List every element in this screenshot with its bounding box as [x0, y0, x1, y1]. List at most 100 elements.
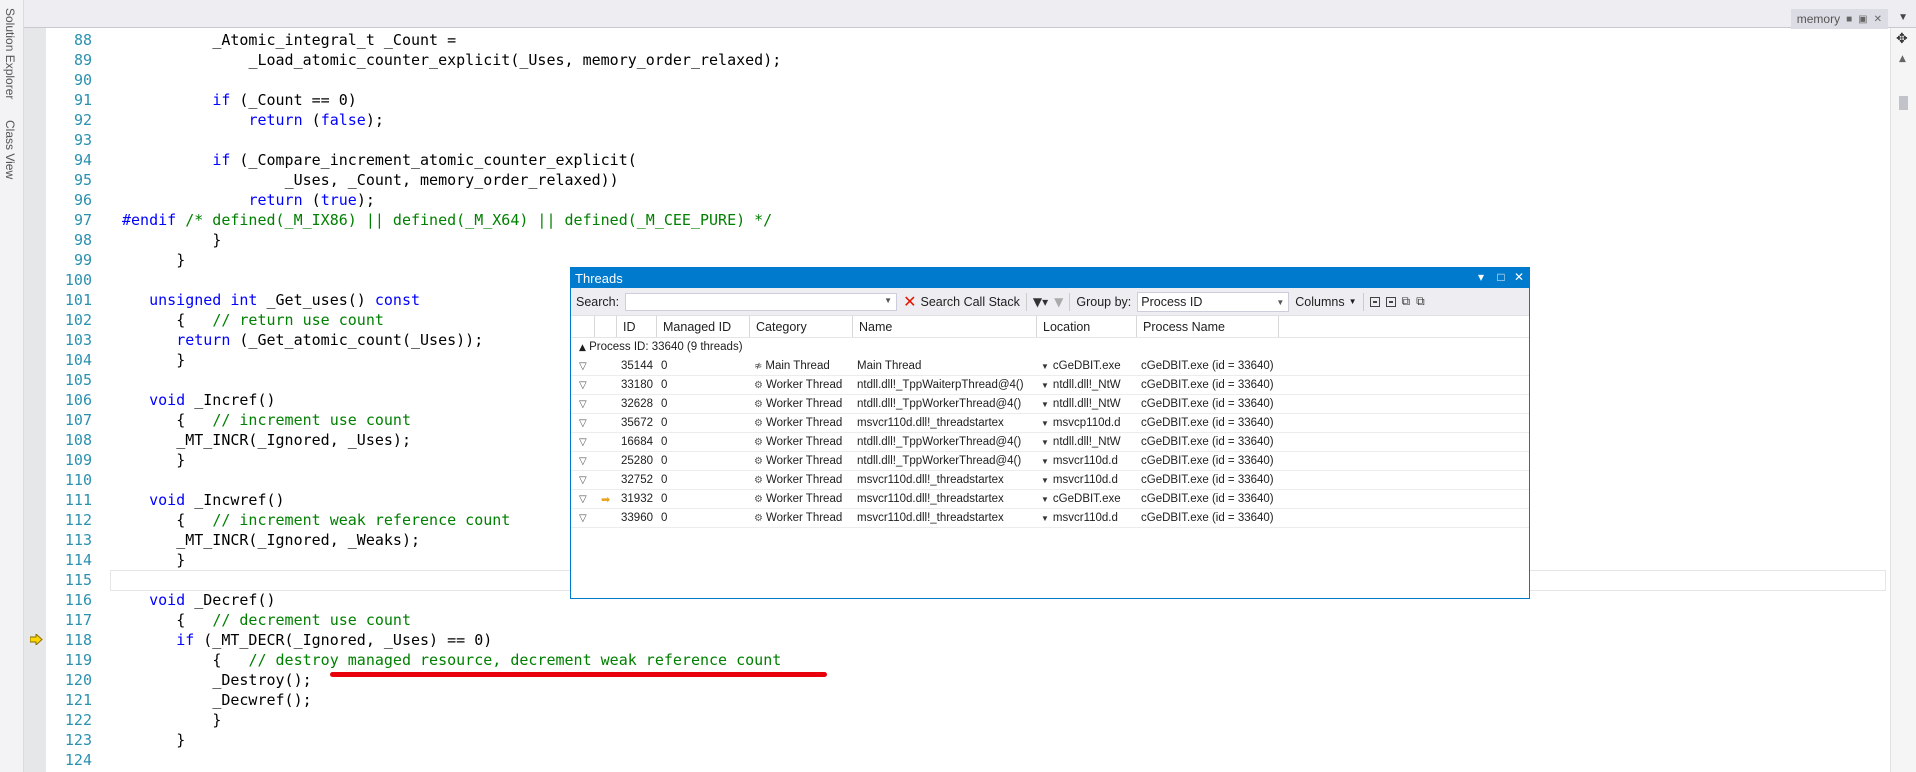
thread-row[interactable]: ▽ 35144 0 ≉ Main Thread Main Thread ▼ cGeDBIT.e… [571, 357, 1529, 376]
threads-title-bar[interactable]: Threads ▾ □ ✕ [571, 268, 1529, 288]
code-line[interactable]: 95 _Uses, _Count, memory_order_relaxed)) [46, 170, 1886, 190]
thread-row[interactable]: ▽ 35672 0 ⚙ Worker Thread msvcr110d.dll!_thre… [571, 414, 1529, 433]
thread-row[interactable]: ▽ 25280 0 ⚙ Worker Thread ntdll.dll!_TppWorke… [571, 452, 1529, 471]
thread-location-cell[interactable]: ▼ ntdll.dll!_NtW [1037, 433, 1137, 451]
flag-filter-disabled-icon[interactable]: ▼ [1054, 295, 1063, 309]
thread-flag-cell[interactable]: ▽ [571, 395, 595, 413]
code-line[interactable]: 117 { // decrement use count [46, 610, 1886, 630]
vertical-scrollbar[interactable]: ✥ ▲ [1890, 28, 1916, 772]
thread-flag-cell[interactable]: ▽ [571, 471, 595, 489]
code-line[interactable]: 123 } [46, 730, 1886, 750]
indicator-column-header[interactable] [595, 316, 617, 337]
scrollbar-thumb[interactable] [1899, 96, 1908, 110]
thread-row[interactable]: ▽ 16684 0 ⚙ Worker Thread ntdll.dll!_TppWorke… [571, 433, 1529, 452]
columns-button[interactable]: Columns ▼ [1295, 295, 1356, 309]
location-dropdown-icon[interactable]: ▼ [1041, 495, 1049, 504]
window-menu-icon[interactable]: ▾ [1473, 270, 1489, 284]
thread-row[interactable]: ▽ 33180 0 ⚙ Worker Thread ntdll.dll!_TppWaite… [571, 376, 1529, 395]
flag-filter-icon[interactable]: ▼▾ [1033, 295, 1048, 309]
flag-icon[interactable]: ▽ [579, 395, 587, 413]
code-line[interactable]: 118 if (_MT_DECR(_Ignored, _Uses) == 0) [46, 630, 1886, 650]
code-line[interactable]: 93 [46, 130, 1886, 150]
flag-icon[interactable]: ▽ [579, 357, 587, 375]
pin-icon[interactable]: ▣ [1858, 14, 1867, 25]
flag-icon[interactable]: ▽ [579, 376, 587, 394]
thread-flag-cell[interactable]: ▽ [571, 414, 595, 432]
thread-row[interactable]: ▽ 32752 0 ⚙ Worker Thread msvcr110d.dll!_thre… [571, 471, 1529, 490]
thread-location-cell[interactable]: ▼ cGeDBIT.exe [1037, 357, 1137, 375]
thread-row[interactable]: ▽ 33960 0 ⚙ Worker Thread msvcr110d.dll!_thre… [571, 509, 1529, 528]
search-call-stack-button[interactable]: ✕ Search Call Stack [903, 292, 1020, 311]
search-dropdown-icon[interactable]: ▼ [884, 296, 892, 305]
flag-icon[interactable]: ▽ [579, 509, 587, 527]
code-line[interactable]: 94 if (_Compare_increment_atomic_counter… [46, 150, 1886, 170]
code-line[interactable]: 122 } [46, 710, 1886, 730]
lock-icon[interactable]: ■ [1846, 14, 1852, 25]
thread-flag-cell[interactable]: ▽ [571, 376, 595, 394]
flag-icon[interactable]: ▽ [579, 490, 587, 508]
thread-location-cell[interactable]: ▼ msvcr110d.d [1037, 452, 1137, 470]
code-line[interactable]: 97 #endif /* defined(_M_IX86) || defined(… [46, 210, 1886, 230]
location-dropdown-icon[interactable]: ▼ [1041, 381, 1049, 390]
group-by-select[interactable]: Process ID ▼ [1137, 291, 1290, 312]
code-line[interactable]: 121 _Decwref(); [46, 690, 1886, 710]
scroll-up-arrow-icon[interactable]: ▲ [1899, 54, 1906, 64]
thread-row[interactable]: ▽ 32628 0 ⚙ Worker Thread ntdll.dll!_TppWorke… [571, 395, 1529, 414]
code-line[interactable]: 120 _Destroy(); [46, 670, 1886, 690]
collapse-group-icon[interactable]: ▲ [579, 343, 586, 353]
thaw-threads-icon[interactable]: ⧉ [1416, 294, 1425, 309]
code-line[interactable]: 88 _Atomic_integral_t _Count = [46, 30, 1886, 50]
thread-location-cell[interactable]: ▼ msvcp110d.d [1037, 414, 1137, 432]
thread-flag-cell[interactable]: ▽ [571, 509, 595, 527]
column-header-process-name[interactable]: Process Name [1137, 316, 1279, 337]
thread-flag-cell[interactable]: ▽ [571, 452, 595, 470]
flag-column-header[interactable] [571, 316, 595, 337]
code-line[interactable]: 90 [46, 70, 1886, 90]
flag-icon[interactable]: ▽ [579, 433, 587, 451]
clear-search-icon[interactable]: ✕ [903, 292, 916, 311]
location-dropdown-icon[interactable]: ▼ [1041, 419, 1049, 428]
column-header-name[interactable]: Name [853, 316, 1037, 337]
thread-flag-cell[interactable]: ▽ [571, 357, 595, 375]
flag-icon[interactable]: ▽ [579, 414, 587, 432]
code-line[interactable]: 89 _Load_atomic_counter_explicit(_Uses, … [46, 50, 1886, 70]
collapse-groups-icon[interactable] [1385, 296, 1396, 307]
flag-icon[interactable]: ▽ [579, 452, 587, 470]
thread-flag-cell[interactable]: ▽ [571, 490, 595, 508]
maximize-icon[interactable]: □ [1493, 270, 1509, 284]
location-dropdown-icon[interactable]: ▼ [1041, 362, 1049, 371]
column-header-category[interactable]: Category [750, 316, 853, 337]
location-dropdown-icon[interactable]: ▼ [1041, 514, 1049, 523]
editor-indicator-margin[interactable] [24, 28, 46, 772]
group-by-dropdown-icon[interactable]: ▼ [1276, 294, 1284, 312]
column-header-id[interactable]: ID [617, 316, 657, 337]
location-dropdown-icon[interactable]: ▼ [1041, 438, 1049, 447]
close-tab-icon[interactable]: ✕ [1874, 14, 1882, 25]
flag-icon[interactable]: ▽ [579, 471, 587, 489]
thread-flag-cell[interactable]: ▽ [571, 433, 595, 451]
column-header-location[interactable]: Location [1037, 316, 1137, 337]
code-line[interactable]: 98 } [46, 230, 1886, 250]
thread-location-cell[interactable]: ▼ msvcr110d.d [1037, 509, 1137, 527]
thread-location-cell[interactable]: ▼ cGeDBIT.exe [1037, 490, 1137, 508]
thread-location-cell[interactable]: ▼ ntdll.dll!_NtW [1037, 395, 1137, 413]
code-line[interactable]: 96 return (true); [46, 190, 1886, 210]
class-view-tab[interactable]: Class View [3, 120, 17, 179]
close-icon[interactable]: ✕ [1511, 270, 1527, 284]
location-dropdown-icon[interactable]: ▼ [1041, 457, 1049, 466]
code-line[interactable]: 91 if (_Count == 0) [46, 90, 1886, 110]
code-line[interactable]: 124 [46, 750, 1886, 770]
solution-explorer-tab[interactable]: Solution Explorer [3, 8, 17, 99]
thread-location-cell[interactable]: ▼ msvcr110d.d [1037, 471, 1137, 489]
search-input[interactable]: ▼ [625, 292, 898, 311]
freeze-threads-icon[interactable]: ⧉ [1402, 294, 1411, 309]
process-group-row[interactable]: ▲ Process ID: 33640 (9 threads) [571, 338, 1529, 357]
column-header-managed-id[interactable]: Managed ID [657, 316, 750, 337]
thread-row[interactable]: ▽ ➡ 31932 0 ⚙ Worker Thread msvcr110d.dll!_thr… [571, 490, 1529, 509]
document-tab-memory[interactable]: memory ■ ▣ ✕ [1790, 9, 1888, 29]
code-line[interactable]: 119 { // destroy managed resource, decre… [46, 650, 1886, 670]
tab-list-dropdown-icon[interactable]: ▼ [1898, 12, 1908, 23]
thread-location-cell[interactable]: ▼ ntdll.dll!_NtW [1037, 376, 1137, 394]
split-window-icon[interactable]: ✥ [1896, 31, 1908, 47]
expand-groups-icon[interactable] [1369, 296, 1380, 307]
